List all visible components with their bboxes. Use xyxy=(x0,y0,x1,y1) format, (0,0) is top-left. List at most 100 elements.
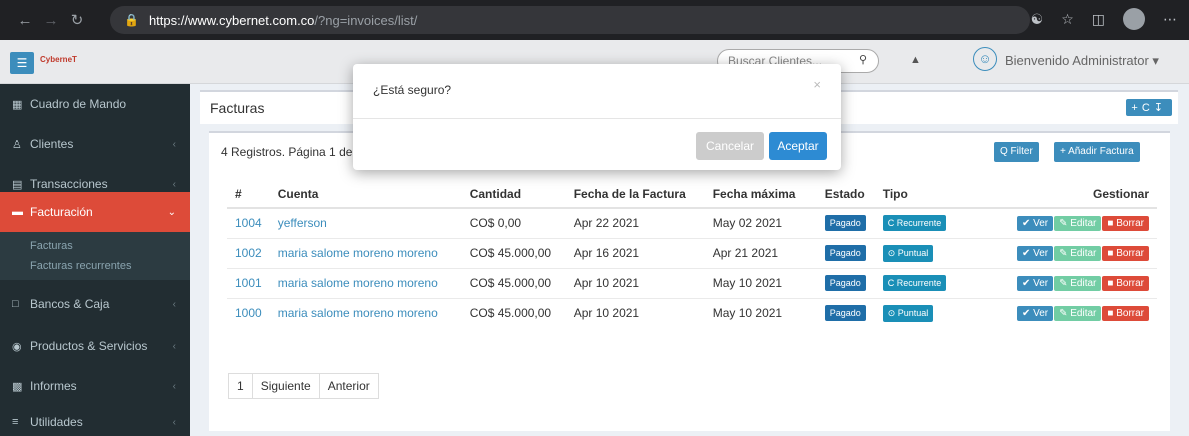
sidebar-item-utilidades[interactable]: ≡ Utilidades ‹ xyxy=(0,402,190,436)
account-link[interactable]: yefferson xyxy=(269,207,462,238)
more-icon[interactable]: ⋯ xyxy=(1163,11,1177,28)
close-icon[interactable]: × xyxy=(813,77,821,92)
actions-cell: ✔ Ver ✎ Editar ■ Borrar xyxy=(964,297,1157,328)
url-host: https://www.cybernet.com.co xyxy=(148,12,315,28)
sidebar-item-label: Clientes xyxy=(30,137,74,151)
invoice-id-link[interactable]: 1000 xyxy=(227,297,270,328)
sidebar: ▦ Cuadro de Mando ♙ Clientes ‹ ▤ Transac… xyxy=(0,84,190,436)
utilities-icon: ≡ xyxy=(12,416,19,428)
column-header[interactable]: Fecha de la Factura xyxy=(565,181,705,209)
billing-icon: ▬ xyxy=(12,206,23,218)
actions-cell: ✔ Ver ✎ Editar ■ Borrar xyxy=(964,267,1157,298)
delete-button[interactable]: ■ Borrar xyxy=(1102,216,1149,232)
account-link[interactable]: maria salome moreno moreno xyxy=(269,267,462,298)
sidebar-item-label: Facturación xyxy=(30,205,93,219)
status-cell: Pagado xyxy=(816,297,875,328)
sidebar-item-label: Cuadro de Mando xyxy=(30,97,127,111)
previous-page-button[interactable]: Anterior xyxy=(320,374,378,398)
menu-toggle-button[interactable]: ☰ xyxy=(10,52,34,74)
amount-cell: CO$ 0,00 xyxy=(461,207,566,238)
bank-icon: □ xyxy=(12,298,19,310)
chevron-left-icon: ‹ xyxy=(172,138,176,150)
add-invoice-button[interactable]: + Añadir Factura xyxy=(1054,142,1140,162)
column-header[interactable]: Cuenta xyxy=(269,181,462,209)
delete-button[interactable]: ■ Borrar xyxy=(1102,276,1149,291)
view-button[interactable]: ✔ Ver xyxy=(1016,276,1054,291)
sidebar-subitem-facturas[interactable]: Facturas xyxy=(0,236,190,256)
type-badge: C Recurrente xyxy=(882,215,947,232)
sidebar-item-dashboard[interactable]: ▦ Cuadro de Mando xyxy=(0,84,190,124)
transactions-icon: ▤ xyxy=(12,178,23,191)
due-date-cell: Apr 21 2021 xyxy=(704,237,817,268)
sidebar-item-productos[interactable]: ◉ Productos & Servicios ‹ xyxy=(0,326,190,366)
invoice-date-cell: Apr 10 2021 xyxy=(565,297,705,328)
sidebar-item-informes[interactable]: ▩ Informes ‹ xyxy=(0,366,190,406)
column-header[interactable]: Tipo xyxy=(874,181,965,209)
status-badge: Pagado xyxy=(824,215,866,232)
chevron-left-icon: ‹ xyxy=(172,178,176,190)
invoice-date-cell: Apr 22 2021 xyxy=(565,207,705,238)
accept-button[interactable]: Aceptar xyxy=(769,132,827,160)
status-cell: Pagado xyxy=(816,237,875,268)
invoice-id-link[interactable]: 1004 xyxy=(227,207,270,238)
view-button[interactable]: ✔ Ver xyxy=(1016,216,1054,232)
edit-button[interactable]: ✎ Editar xyxy=(1054,306,1102,322)
sidebar-item-label: Transacciones xyxy=(30,177,108,191)
column-header[interactable]: Estado xyxy=(816,181,875,209)
filter-button[interactable]: Q Filter xyxy=(994,142,1039,162)
next-page-button[interactable]: Siguiente xyxy=(253,374,320,398)
amount-cell: CO$ 45.000,00 xyxy=(461,237,566,268)
status-badge: Pagado xyxy=(824,305,866,322)
invoice-date-cell: Apr 10 2021 xyxy=(565,267,705,298)
column-header[interactable]: Cantidad xyxy=(461,181,566,209)
sidebar-item-label: Informes xyxy=(30,379,77,393)
browser-toolbar: ← → ↻ 🔒 https://www.cybernet.com.co/?ng=… xyxy=(0,0,1189,40)
invoice-id-link[interactable]: 1001 xyxy=(227,267,270,298)
reports-icon: ▩ xyxy=(12,380,23,393)
chevron-left-icon: ‹ xyxy=(172,298,176,310)
column-header[interactable]: Fecha máxima xyxy=(704,181,817,209)
dialog-divider xyxy=(353,118,841,119)
forward-icon[interactable]: → xyxy=(38,12,64,29)
type-cell: C Recurrente xyxy=(874,267,965,298)
user-menu[interactable]: Bienvenido Administrator ▾ xyxy=(1005,53,1159,69)
column-header: Gestionar xyxy=(964,181,1157,209)
sidebar-item-label: Utilidades xyxy=(30,415,83,429)
header-actions[interactable]: +C↧ xyxy=(1126,99,1172,116)
account-link[interactable]: maria salome moreno moreno xyxy=(269,237,462,268)
actions-cell: ✔ Ver ✎ Editar ■ Borrar xyxy=(964,237,1157,268)
collections-icon[interactable]: ◫ xyxy=(1092,11,1105,28)
address-bar[interactable]: 🔒 https://www.cybernet.com.co/?ng=invoic… xyxy=(110,6,1030,34)
delete-button[interactable]: ■ Borrar xyxy=(1102,246,1149,261)
url-path: /?ng=invoices/list/ xyxy=(314,12,418,28)
extensions-icon[interactable]: ☯ xyxy=(1031,11,1044,28)
edit-button[interactable]: ✎ Editar xyxy=(1054,276,1102,291)
sidebar-item-bancos[interactable]: □ Bancos & Caja ‹ xyxy=(0,284,190,324)
sidebar-item-facturacion[interactable]: ▬ Facturación ⌄ xyxy=(0,192,190,232)
account-link[interactable]: maria salome moreno moreno xyxy=(269,297,462,328)
search-icon[interactable]: ⚲ xyxy=(859,53,867,66)
chevron-left-icon: ‹ xyxy=(172,380,176,392)
cancel-button[interactable]: Cancelar xyxy=(696,132,764,160)
type-badge: C Recurrente xyxy=(882,275,947,291)
products-icon: ◉ xyxy=(12,340,22,353)
sidebar-item-clientes[interactable]: ♙ Clientes ‹ xyxy=(0,124,190,164)
view-button[interactable]: ✔ Ver xyxy=(1016,306,1054,322)
favorites-icon[interactable]: ☆ xyxy=(1061,11,1074,28)
back-icon[interactable]: ← xyxy=(12,12,38,29)
reload-icon[interactable]: ↻ xyxy=(64,11,90,29)
column-header: # xyxy=(227,181,270,209)
bell-icon[interactable]: ▲ xyxy=(910,54,921,66)
view-button[interactable]: ✔ Ver xyxy=(1016,246,1054,261)
chevron-left-icon: ‹ xyxy=(172,340,176,352)
user-icon[interactable]: ☺ xyxy=(973,47,997,71)
sidebar-subitem-facturas-recurrentes[interactable]: Facturas recurrentes xyxy=(0,256,190,276)
edit-button[interactable]: ✎ Editar xyxy=(1054,216,1102,232)
edit-button[interactable]: ✎ Editar xyxy=(1054,246,1102,261)
page-1-button[interactable]: 1 xyxy=(229,374,253,398)
invoice-id-link[interactable]: 1002 xyxy=(227,237,270,268)
delete-button[interactable]: ■ Borrar xyxy=(1102,306,1149,322)
profile-icon[interactable] xyxy=(1123,8,1145,30)
sidebar-submenu: Facturas Facturas recurrentes xyxy=(0,232,190,280)
amount-cell: CO$ 45.000,00 xyxy=(461,297,566,328)
